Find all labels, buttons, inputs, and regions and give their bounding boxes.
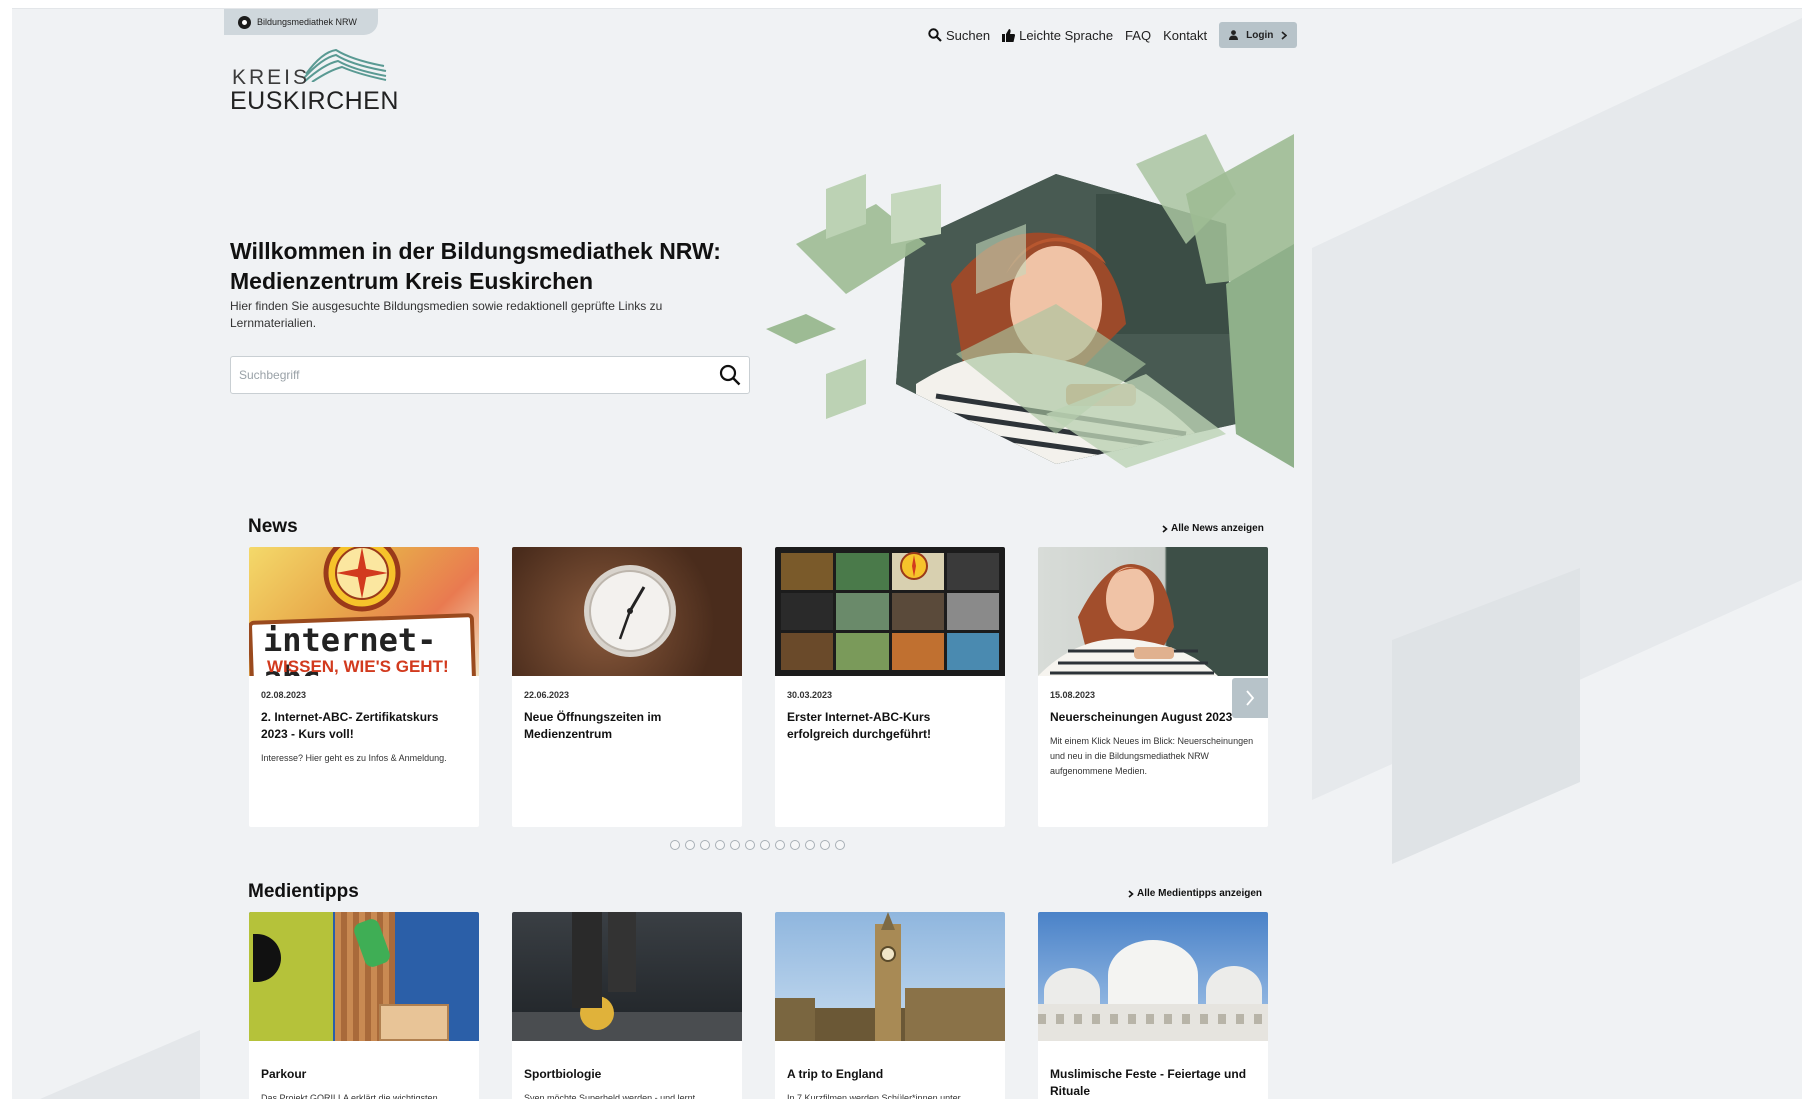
bildungsmediathek-tab[interactable]: Bildungsmediathek NRW [224,9,378,35]
login-button[interactable]: Login [1219,22,1298,48]
news-card-description: Interesse? Hier geht es zu Infos & Anmel… [261,753,447,763]
carousel-page-dot[interactable] [700,840,710,850]
news-card-title: Erster Internet-ABC-Kurs erfolgreich dur… [787,710,932,741]
logo-waves-icon [303,48,387,82]
tip-card[interactable]: Sportbiologie Sven möchte Superheld werd… [512,912,742,1099]
carousel-page-dot[interactable] [745,840,755,850]
carousel-page-dot[interactable] [820,840,830,850]
news-card-image [775,547,1005,676]
left-page-edge [0,0,12,1099]
news-card-title: 2. Internet-ABC- Zertifikatskurs 2023 - … [261,710,439,741]
news-card-description: Mit einem Klick Neues im Blick: Neuersch… [1050,736,1254,776]
search-submit-button[interactable] [719,364,741,386]
chevron-right-icon [1281,30,1288,40]
news-carousel-pagination [670,840,845,850]
tip-card[interactable]: Parkour Das Projekt GORILLA erklärt die … [249,912,479,1099]
compass-icon [323,547,401,612]
wall-clock-icon [584,565,676,657]
carousel-page-dot[interactable] [670,840,680,850]
hero-search-box [230,356,750,394]
kreis-euskirchen-logo[interactable]: KREIS EUSKIRCHEN [230,46,398,116]
tip-card-image [249,912,479,1041]
chevron-right-icon [1162,524,1168,533]
carousel-page-dot[interactable] [730,840,740,850]
carousel-page-dot[interactable] [790,840,800,850]
bildungsmediathek-tab-label: Bildungsmediathek NRW [257,17,357,27]
thumbs-up-icon [1002,28,1016,42]
carousel-page-dot[interactable] [685,840,695,850]
tip-card-description: Sven möchte Superheld werden - und lernt [524,1093,696,1099]
internet-abc-slogan: WISSEN, WIE'S GEHT! [267,657,449,676]
carousel-page-dot[interactable] [805,840,815,850]
news-card-title: Neuerscheinungen August 2023 [1050,710,1233,724]
news-card-title: Neue Öffnungszeiten im Medienzentrum [524,710,662,741]
carousel-page-dot[interactable] [760,840,770,850]
nav-easy-language-label: Leichte Sprache [1019,27,1114,43]
hero-image [766,134,1294,468]
tip-card[interactable]: A trip to England In 7 Kurzfilmen werden… [775,912,1005,1099]
tip-card-image [1038,912,1268,1041]
tip-card-image [512,912,742,1041]
nav-search-label: Suchen [946,27,991,43]
search-icon [719,364,741,386]
compass-icon [900,552,928,580]
chevron-right-icon [1128,889,1134,898]
tip-card-description: Das Projekt GORILLA erklärt die wichtigs… [261,1093,438,1099]
top-navigation: Suchen Leichte Sprache FAQ Kontakt Login [928,22,1298,48]
news-card[interactable]: internet-abc WISSEN, WIE'S GEHT! 02.08.2… [249,547,479,827]
nav-faq[interactable]: FAQ [1125,28,1151,43]
hero-title-line-2: Medienzentrum Kreis Euskirchen [230,268,593,294]
news-carousel-next-button[interactable] [1232,678,1268,718]
tip-card-title: Parkour [261,1067,307,1081]
news-section-title: News [248,516,298,537]
news-card-date: 02.08.2023 [261,690,307,700]
tip-card-description: In 7 Kurzfilmen werden Schüler*innen unt… [787,1093,961,1099]
login-button-label: Login [1246,29,1274,41]
bildungsmediathek-logo-icon [238,15,251,29]
carousel-page-dot[interactable] [835,840,845,850]
chevron-right-icon [1246,690,1255,706]
hero-title-line-1: Willkommen in der Bildungsmediathek NRW: [230,238,721,264]
search-input[interactable] [239,368,719,382]
nav-search[interactable]: Suchen [928,28,990,43]
all-tips-link-label: Alle Medientipps anzeigen [1137,888,1263,899]
tips-section-title: Medientipps [248,881,359,902]
carousel-page-dot[interactable] [715,840,725,850]
news-card-image [512,547,742,676]
search-icon [928,28,942,42]
nav-easy-language[interactable]: Leichte Sprache [1002,28,1113,43]
nav-faq-label: FAQ [1125,27,1152,43]
news-card-image: internet-abc WISSEN, WIE'S GEHT! [249,547,479,676]
news-card[interactable]: 22.06.2023 Neue Öffnungszeiten im Medien… [512,547,742,827]
news-card-date: 22.06.2023 [524,690,570,700]
student-photo [1038,564,1218,676]
hero-subtitle: Hier finden Sie ausgesuchte Bildungsmedi… [230,299,663,330]
all-news-link[interactable]: Alle News anzeigen [1162,523,1264,534]
news-card[interactable]: 30.03.2023 Erster Internet-ABC-Kurs erfo… [775,547,1005,827]
browser-top-edge [0,0,1802,9]
nav-contact-label: Kontakt [1163,27,1208,43]
news-card-image [1038,547,1268,676]
tip-card-image [775,912,1005,1041]
tip-card-title: Muslimische Feste - Feiertage und Ritual… [1050,1067,1247,1098]
tip-card-title: A trip to England [787,1067,884,1081]
logo-line-euskirchen: EUSKIRCHEN [230,87,399,115]
news-card-date: 30.03.2023 [787,690,833,700]
tip-card-title: Sportbiologie [524,1067,602,1081]
all-tips-link[interactable]: Alle Medientipps anzeigen [1128,888,1262,899]
tip-card[interactable]: Muslimische Feste - Feiertage und Ritual… [1038,912,1268,1099]
all-news-link-label: Alle News anzeigen [1171,523,1264,534]
page: Bildungsmediathek NRW KREIS EUSKIRCHEN S… [0,0,1802,1099]
hero-title: Willkommen in der Bildungsmediathek NRW:… [230,236,750,296]
nav-contact[interactable]: Kontakt [1163,28,1207,43]
carousel-page-dot[interactable] [775,840,785,850]
user-icon [1229,30,1239,40]
video-call-grid [781,553,999,670]
